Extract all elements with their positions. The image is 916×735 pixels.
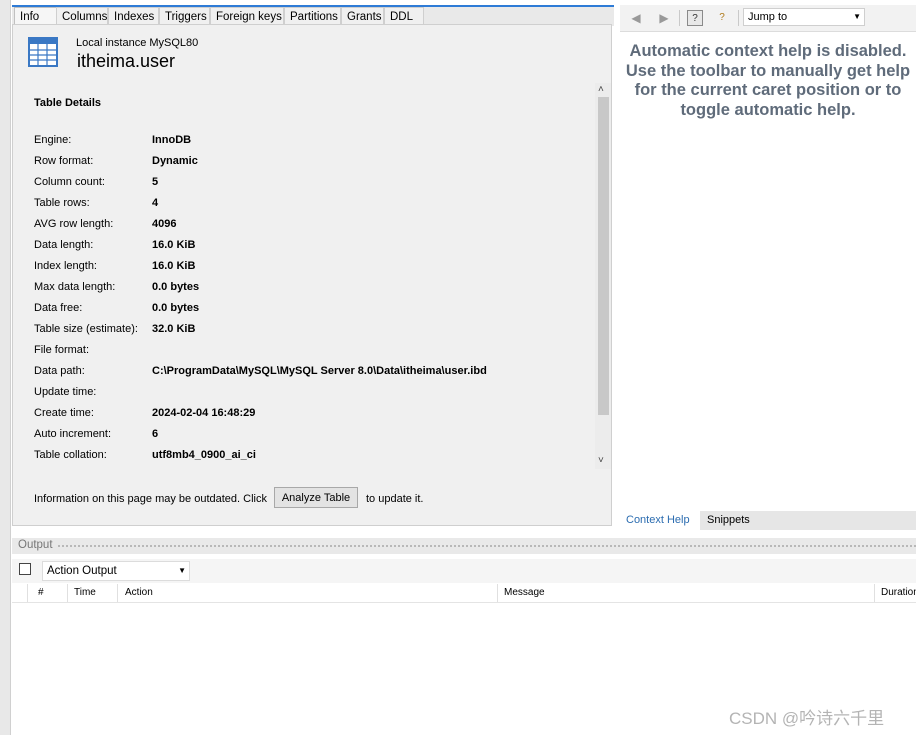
tab-snippets[interactable]: Snippets bbox=[707, 514, 750, 526]
update-time-label: Update time: bbox=[34, 386, 97, 398]
back-arrow-icon[interactable]: ◀ bbox=[628, 10, 644, 26]
scrollbar-thumb[interactable] bbox=[598, 97, 609, 415]
data-path-value: C:\ProgramData\MySQL\MySQL Server 8.0\Da… bbox=[152, 365, 487, 377]
tab-context-help-label: Context Help bbox=[626, 514, 690, 526]
output-type-label: Action Output bbox=[47, 565, 117, 577]
jump-to-label: Jump to bbox=[748, 11, 788, 23]
col-action[interactable]: Action bbox=[125, 587, 153, 598]
output-title: Output bbox=[18, 539, 53, 551]
engine-value: InnoDB bbox=[152, 134, 192, 146]
col-message[interactable]: Message bbox=[504, 587, 545, 598]
forward-arrow-icon[interactable]: ▶ bbox=[656, 10, 672, 26]
outdated-note: Information on this page may be outdated… bbox=[34, 493, 267, 505]
table-size-label: Table size (estimate): bbox=[34, 323, 138, 335]
output-panel-header: Output bbox=[12, 538, 916, 554]
jump-to-dropdown[interactable]: Jump to ▼ bbox=[743, 8, 865, 26]
data-length-label: Data length: bbox=[34, 239, 94, 251]
index-length-label: Index length: bbox=[34, 260, 97, 272]
tab-ddl[interactable]: DDL bbox=[384, 7, 424, 25]
auto-increment-value: 6 bbox=[152, 428, 159, 440]
table-rows-label: Table rows: bbox=[34, 197, 90, 209]
col-number[interactable]: # bbox=[38, 587, 44, 598]
column-count-label: Column count: bbox=[34, 176, 105, 188]
instance-label: Local instance MySQL80 bbox=[76, 37, 199, 49]
index-length-value: 16.0 KiB bbox=[152, 260, 196, 272]
analyze-table-button[interactable]: Analyze Table bbox=[274, 487, 358, 508]
tab-grants[interactable]: Grants bbox=[341, 7, 384, 25]
table-rows-value: 4 bbox=[152, 197, 159, 209]
update-note: to update it. bbox=[366, 493, 424, 505]
data-free-label: Data free: bbox=[34, 302, 83, 314]
right-pane-tabs: Context Help Snippets bbox=[620, 511, 916, 530]
table-collation-label: Table collation: bbox=[34, 449, 107, 461]
avg-row-length-label: AVG row length: bbox=[34, 218, 114, 230]
dropdown-arrow-icon: ▼ bbox=[853, 12, 861, 21]
data-length-value: 16.0 KiB bbox=[152, 239, 196, 251]
output-toolbar: Action Output ▼ bbox=[12, 559, 916, 583]
col-duration[interactable]: Duration bbox=[881, 587, 916, 598]
max-data-length-label: Max data length: bbox=[34, 281, 116, 293]
tab-info[interactable]: Info bbox=[14, 7, 59, 25]
table-icon bbox=[28, 37, 58, 67]
tab-columns[interactable]: Columns bbox=[56, 7, 108, 25]
toolbar-separator bbox=[679, 10, 680, 26]
scroll-down-icon[interactable]: ˅ bbox=[598, 455, 604, 466]
manual-help-icon[interactable]: ? bbox=[687, 10, 703, 26]
data-path-label: Data path: bbox=[34, 365, 85, 377]
column-count-value: 5 bbox=[152, 176, 159, 188]
scroll-up-icon[interactable]: ˄ bbox=[598, 84, 604, 95]
avg-row-length-value: 4096 bbox=[152, 218, 177, 230]
toolbar-separator-2 bbox=[738, 10, 739, 26]
data-free-value: 0.0 bytes bbox=[152, 302, 200, 314]
table-size-value: 32.0 KiB bbox=[152, 323, 196, 335]
left-panel-edge bbox=[0, 0, 11, 735]
row-format-label: Row format: bbox=[34, 155, 94, 167]
file-format-label: File format: bbox=[34, 344, 90, 356]
col-time[interactable]: Time bbox=[74, 587, 96, 598]
tab-indexes[interactable]: Indexes bbox=[108, 7, 159, 25]
auto-increment-label: Auto increment: bbox=[34, 428, 112, 440]
table-info-panel: Local instance MySQL80 itheima.user Tabl… bbox=[12, 24, 612, 526]
tab-foreign-keys[interactable]: Foreign keys bbox=[210, 7, 284, 25]
context-help-message: Automatic context help is disabled. Use … bbox=[625, 42, 911, 119]
watermark-text: CSDN @吟诗六千里 bbox=[729, 709, 885, 728]
details-scrollbar[interactable]: ˄ ˅ bbox=[595, 83, 611, 469]
tab-triggers[interactable]: Triggers bbox=[159, 7, 210, 25]
create-time-label: Create time: bbox=[34, 407, 94, 419]
table-title: itheima.user bbox=[77, 51, 176, 71]
max-data-length-value: 0.0 bytes bbox=[152, 281, 200, 293]
create-time-value: 2024-02-04 16:48:29 bbox=[152, 407, 256, 419]
details-heading: Table Details bbox=[34, 97, 102, 109]
engine-label: Engine: bbox=[34, 134, 72, 146]
select-arrow-icon: ▼ bbox=[178, 566, 186, 575]
tab-partitions[interactable]: Partitions bbox=[284, 7, 341, 25]
copy-icon[interactable] bbox=[19, 563, 31, 575]
row-format-value: Dynamic bbox=[152, 155, 198, 167]
object-tab-bar: Info Columns Indexes Triggers Foreign ke… bbox=[12, 5, 614, 26]
table-collation-value: utf8mb4_0900_ai_ci bbox=[152, 449, 256, 461]
output-header-grip[interactable] bbox=[58, 545, 916, 547]
output-column-headers: # Time Action Message Duration bbox=[12, 584, 916, 603]
auto-help-toggle-icon[interactable]: ? bbox=[714, 10, 730, 26]
output-type-select[interactable]: Action Output ▼ bbox=[42, 561, 190, 581]
tab-context-help[interactable]: Context Help bbox=[620, 511, 700, 530]
